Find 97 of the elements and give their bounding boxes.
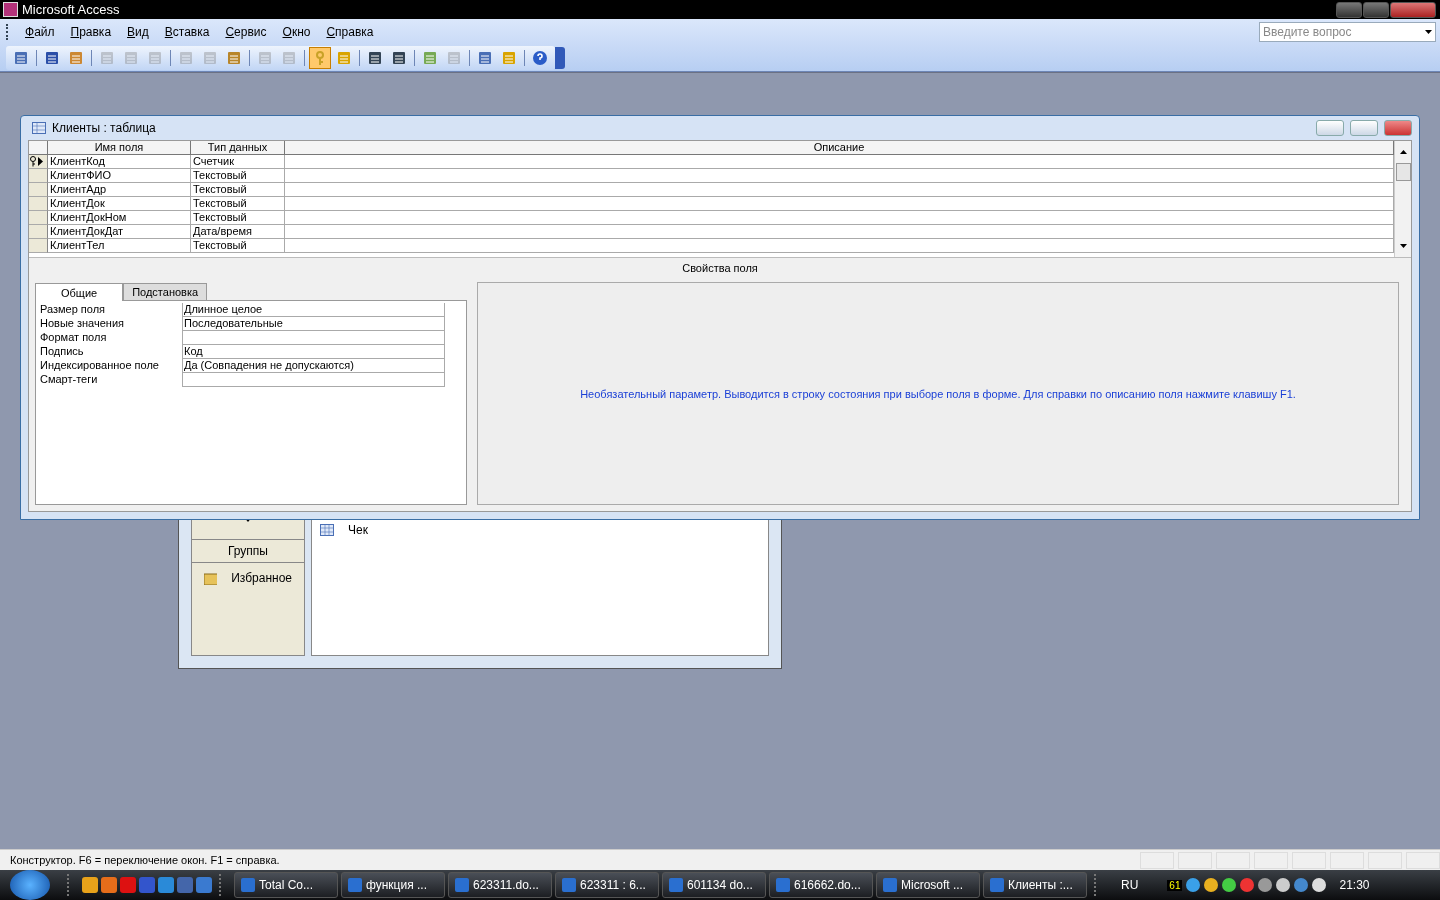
column-header: Описание bbox=[285, 141, 1394, 155]
property-label: Подпись bbox=[40, 345, 85, 359]
property-field[interactable]: Длинное целое bbox=[182, 303, 445, 317]
maximize-button[interactable] bbox=[1350, 120, 1378, 136]
property-field[interactable] bbox=[182, 373, 445, 387]
window-title: Клиенты : таблица bbox=[52, 121, 157, 135]
table-cell: Счетчик bbox=[191, 155, 285, 169]
quick-launch-icon[interactable] bbox=[82, 877, 98, 893]
minimize-button[interactable] bbox=[1336, 1, 1362, 18]
tray-icon[interactable] bbox=[1204, 878, 1219, 892]
restore-button[interactable] bbox=[1363, 1, 1389, 18]
table-icon bbox=[32, 122, 46, 134]
table-cell: КлиентТел bbox=[48, 239, 191, 253]
close-button[interactable] bbox=[1390, 1, 1436, 18]
favorites-item[interactable]: Избранное bbox=[231, 571, 292, 585]
tray-counter[interactable]: 61 bbox=[1167, 879, 1183, 891]
grid-icon bbox=[13, 50, 29, 66]
quick-launch-icon[interactable] bbox=[196, 877, 212, 893]
quick-launch-icon[interactable] bbox=[177, 877, 193, 893]
status-text: Конструктор. F6 = переключение окон. F1 = справка. bbox=[9, 854, 281, 866]
property-label: Размер поля bbox=[40, 303, 107, 317]
table-cell: Текстовый bbox=[191, 211, 285, 225]
table-cell: КлиентКод bbox=[48, 155, 191, 169]
start-button[interactable] bbox=[10, 870, 50, 900]
property-field[interactable]: Да (Совпадения не допускаются) bbox=[182, 359, 445, 373]
key-icon bbox=[29, 156, 38, 167]
menu-item[interactable]: Вид bbox=[119, 23, 157, 41]
property-field[interactable] bbox=[182, 331, 445, 345]
property-label: Смарт-теги bbox=[40, 373, 99, 387]
taskbar-button[interactable]: Total Co... bbox=[234, 872, 338, 898]
dropdown-arrow-icon[interactable] bbox=[1425, 30, 1432, 34]
object-item[interactable]: Чек bbox=[348, 523, 368, 537]
minimize-button[interactable] bbox=[1316, 120, 1344, 136]
table-cell: КлиентДокНом bbox=[48, 211, 191, 225]
tray-icon[interactable] bbox=[1186, 878, 1201, 892]
status-panel bbox=[1406, 851, 1440, 869]
groups-bar[interactable]: Группы bbox=[192, 540, 304, 563]
taskbar-button[interactable]: функция ... bbox=[341, 872, 445, 898]
menu-item[interactable]: Сервис bbox=[217, 23, 275, 41]
column-header: Имя поля bbox=[48, 141, 191, 155]
taskbar-button[interactable]: Microsoft ... bbox=[876, 872, 980, 898]
status-panel bbox=[1368, 851, 1402, 869]
menu-item[interactable]: Справка bbox=[318, 23, 382, 41]
tab[interactable]: Общие bbox=[35, 283, 124, 301]
tray-icon[interactable] bbox=[1276, 878, 1291, 892]
menu-item[interactable]: Вставка bbox=[156, 23, 218, 41]
property-label: Формат поля bbox=[40, 331, 108, 345]
clock: 21:30 bbox=[1339, 878, 1370, 892]
taskbar-button[interactable]: Клиенты :... bbox=[983, 872, 1087, 898]
taskbar-button[interactable]: 623311 : 6... bbox=[555, 872, 659, 898]
tab[interactable]: Подстановка bbox=[123, 283, 208, 300]
folder-icon bbox=[204, 571, 218, 585]
status-panel bbox=[1254, 851, 1288, 869]
table-cell: КлиентДок bbox=[48, 197, 191, 211]
status-panel bbox=[1292, 851, 1326, 869]
property-field[interactable]: Последовательные bbox=[182, 317, 445, 331]
taskbar-button[interactable]: 623311.do... bbox=[448, 872, 552, 898]
tray-icon[interactable] bbox=[1258, 878, 1273, 892]
status-panel bbox=[1330, 851, 1364, 869]
status-panel bbox=[1178, 851, 1212, 869]
table-icon bbox=[320, 524, 334, 536]
status-panel bbox=[1140, 851, 1174, 869]
table-cell: Текстовый bbox=[191, 239, 285, 253]
app-icon bbox=[3, 2, 18, 17]
table-cell: Текстовый bbox=[191, 197, 285, 211]
property-field[interactable]: Код bbox=[182, 345, 445, 359]
quick-launch-icon[interactable] bbox=[101, 877, 117, 893]
question-box[interactable]: Введите вопрос bbox=[1259, 22, 1436, 42]
table-cell: КлиентДокДат bbox=[48, 225, 191, 239]
scroll-thumb[interactable] bbox=[1395, 163, 1411, 181]
taskbar-button[interactable]: 616662.do... bbox=[769, 872, 873, 898]
window-title: Microsoft Access bbox=[22, 2, 121, 17]
current-row-arrow-icon bbox=[38, 157, 43, 166]
close-button[interactable] bbox=[1384, 120, 1412, 136]
quick-launch-icon[interactable] bbox=[158, 877, 174, 893]
row-selector[interactable] bbox=[29, 155, 48, 169]
tray-icon[interactable] bbox=[1222, 878, 1237, 892]
help-text: Необязательный параметр. Выводится в строку состояния при выборе поля в форме. Для справки по описанию поля нажмите клавишу F1. bbox=[580, 387, 1296, 400]
menu-item[interactable]: Окно bbox=[274, 23, 319, 41]
quick-launch-icon[interactable] bbox=[139, 877, 155, 893]
quick-launch-icon[interactable] bbox=[120, 877, 136, 893]
status-panel bbox=[1216, 851, 1250, 869]
tray-icon[interactable] bbox=[1312, 878, 1327, 892]
language-indicator[interactable]: RU bbox=[1121, 878, 1139, 892]
table-cell: КлиентФИО bbox=[48, 169, 191, 183]
scrollbar[interactable] bbox=[1394, 141, 1411, 257]
property-label: Новые значения bbox=[40, 317, 125, 331]
table-cell: Текстовый bbox=[191, 169, 285, 183]
property-label: Индексированное поле bbox=[40, 359, 160, 373]
table-cell: КлиентАдр bbox=[48, 183, 191, 197]
help-icon bbox=[532, 50, 548, 66]
menu-item[interactable]: Файл bbox=[17, 23, 63, 41]
table-cell: Текстовый bbox=[191, 183, 285, 197]
column-header: Тип данных bbox=[191, 141, 285, 155]
taskbar-button[interactable]: 601134 do... bbox=[662, 872, 766, 898]
menu-item[interactable]: Правка bbox=[62, 23, 120, 41]
table-cell: Дата/время bbox=[191, 225, 285, 239]
